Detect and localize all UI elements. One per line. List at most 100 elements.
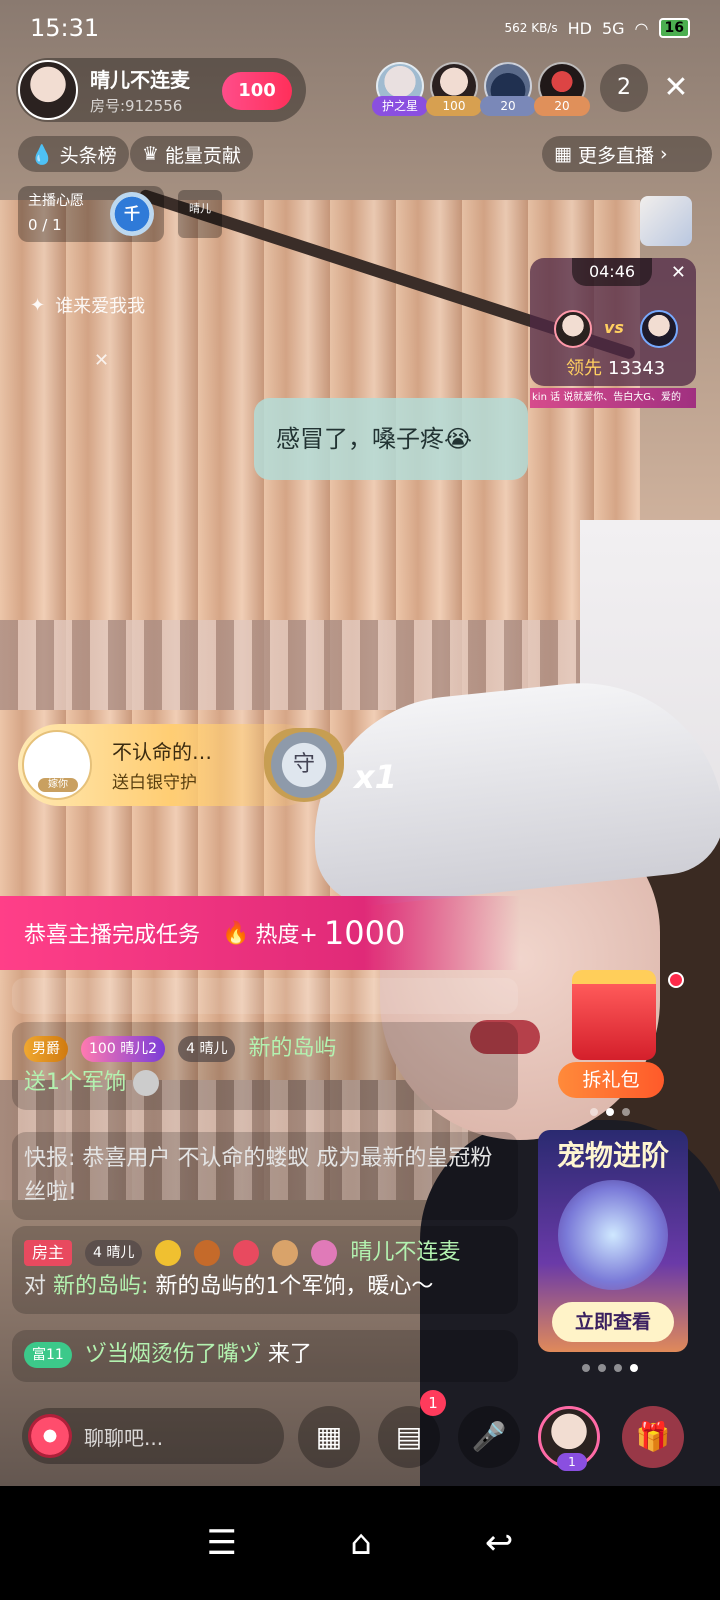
more-live-button[interactable]: ▦ 更多直播 › [542,136,712,172]
unicorn-icon[interactable] [640,196,692,246]
chat-prefix: 对 [24,1274,47,1299]
headline-rank-button[interactable]: 💧 头条榜 [18,136,129,172]
pager-dot [582,1364,590,1372]
chat-content: 快报: 恭喜用户 不认命的蝼蚁 成为最新的皇冠粉丝啦! [24,1146,493,1205]
chat-input-placeholder: 聊聊吧... [84,1425,164,1450]
fan-level-name: 晴儿 [199,1041,228,1057]
home-icon[interactable]: ⌂ [350,1523,372,1563]
gift-icon[interactable]: 🎁 [622,1406,684,1468]
fire-icon: 🔥 [222,920,250,946]
heat-label: 热度+ [255,923,318,948]
chat-user[interactable]: ヅ当烟烫伤了嘴ヅ [85,1342,261,1367]
pet-upgrade-banner[interactable]: 宠物进阶 立即查看 [538,1130,688,1352]
small-close-icon[interactable]: ✕ [94,350,109,371]
chat-content: 送1个军饷 [24,1070,126,1095]
open-gift-bag-button[interactable]: 拆礼包 [558,1062,664,1098]
status-time: 15:31 [30,14,100,42]
chat-message[interactable]: 快报: 恭喜用户 不认命的蝼蚁 成为最新的皇冠粉丝啦! [12,1132,518,1220]
heart-fan-name: 晴儿2 [120,1041,158,1057]
fan-level-badge: 4 晴儿 [85,1240,143,1266]
net-speed: 562 KB/s [504,21,558,35]
anchor-info[interactable]: 晴儿不连麦 房号:912556 100 [16,58,306,122]
system-nav-bar: ☰ ⌂ ↩ [0,1486,720,1600]
gift-bag-pager [590,1108,630,1116]
fan-level: 4 [93,1245,102,1261]
robot-icon[interactable] [28,1414,72,1458]
host-badge: 房主 [24,1240,73,1266]
microphone-icon[interactable]: 🎤 [458,1406,520,1468]
top-viewers: 护之星 100 20 20 [372,62,590,116]
pager-dot-active [606,1108,614,1116]
message-badge: 1 [420,1390,446,1416]
chat-user[interactable]: 晴儿不连麦 [350,1240,460,1265]
viewer-avatar[interactable]: 20 [480,62,536,116]
viewer-tag: 100 [426,96,482,116]
viewer-count-button[interactable]: 2 [600,64,648,112]
guard-gift-banner: 嫁你 不认命的… 送白银守护 守 [18,724,344,806]
gift-bag-widget[interactable]: 拆礼包 [558,970,684,1098]
heart-level-badge[interactable]: 100 [222,72,292,110]
viewer-tag: 护之星 [372,96,428,116]
viewer-tag: 20 [480,96,536,116]
speech-bubble: 感冒了，嗓子疼😭 [254,398,528,480]
chevron-right-icon: › [659,143,668,165]
pager-dot [598,1364,606,1372]
bottom-bar: 聊聊吧... ▦ ▤ 1 🎤 1 🎁 [0,1390,720,1480]
pk-lead-value: 13343 [608,358,666,379]
wifi-icon: ◠ [634,18,649,38]
heat-info: 🔥 热度+ 1000 [222,914,405,952]
pk-vs-label: vs [604,318,624,337]
energy-contribution-label: 能量贡献 [165,144,242,167]
battery-icon: 16 [658,18,690,38]
pk-lead-label: 领先 [566,358,602,379]
chat-input[interactable]: 聊聊吧... [22,1408,284,1464]
chat-message[interactable]: 富11 ヅ当烟烫伤了嘴ヅ 来了 [12,1330,518,1382]
pk-close-icon[interactable]: ✕ [671,262,686,283]
viewer-avatar[interactable]: 护之星 [372,62,428,116]
anchor-avatar[interactable] [18,60,78,120]
pk-anchor-avatar [554,310,592,348]
heat-value: 1000 [323,914,406,952]
wish-medal-icon[interactable]: 千 [110,192,154,236]
energy-contribution-button[interactable]: ♛ 能量贡献 [130,136,254,172]
viewer-avatar[interactable]: 20 [534,62,590,116]
chat-target[interactable]: 新的岛屿: [53,1274,148,1299]
flame-drop-icon: 💧 [30,143,54,166]
chat-message[interactable]: 男爵 100 晴儿2 4 晴儿 新的岛屿 送1个军饷 [12,1022,518,1110]
gift-action: 送白银守护 [112,773,197,793]
pager-dot [614,1364,622,1372]
viewer-tag: 20 [534,96,590,116]
chat-scroll-strip [12,978,518,1014]
viewer-avatar[interactable]: 100 [426,62,482,116]
anchor-avatar-button[interactable]: 1 [538,1406,600,1471]
anchor-name: 晴儿不连麦 [90,68,190,92]
back-icon[interactable]: ↩ [485,1523,514,1563]
silver-guard-shield-icon: 守 [264,728,344,802]
status-bar: 15:31 562 KB/s HD 5G ◠ 16 [0,0,720,56]
pk-battle-box[interactable]: 04:46 ✕ vs 领先 13343 [530,258,696,386]
target-badge-icon [233,1240,260,1266]
view-now-button[interactable]: 立即查看 [552,1302,674,1342]
hexagon-badge-icon [194,1240,221,1266]
more-apps-grid-icon[interactable]: ▦ [298,1406,360,1468]
love-line-text: 谁来爱我我 [55,296,146,317]
task-text: 恭喜主播完成任务 [24,923,201,948]
gift-multiplier: x1 [354,758,397,796]
task-complete-ribbon: 恭喜主播完成任务 🔥 热度+ 1000 [0,896,520,970]
dragon-illustration [558,1180,668,1290]
anchor-text: 晴儿不连麦 房号:912556 [90,64,190,116]
duke-badge: 男爵 [24,1036,68,1062]
heart-fan-badge: 100 晴儿2 [81,1036,166,1062]
fan-badge-icon[interactable]: 晴儿 [178,190,222,238]
more-live-label: 更多直播 [577,144,654,167]
menu-icon[interactable]: ☰ [207,1523,237,1563]
chat-message[interactable]: 房主 4 晴儿 晴儿不连麦 对 新的岛屿: 新的岛屿的1个军饷，暖心～ [12,1226,518,1314]
status-icons: 562 KB/s HD 5G ◠ 16 [504,18,690,38]
military-pay-gift-icon [133,1070,159,1096]
chat-user[interactable]: 新的岛屿 [248,1036,336,1061]
pager-dot [622,1108,630,1116]
pk-timer: 04:46 [572,258,652,286]
close-icon[interactable]: ✕ [658,64,694,112]
chat-content: 来了 [267,1342,312,1367]
avatar-label: 嫁你 [38,778,78,792]
